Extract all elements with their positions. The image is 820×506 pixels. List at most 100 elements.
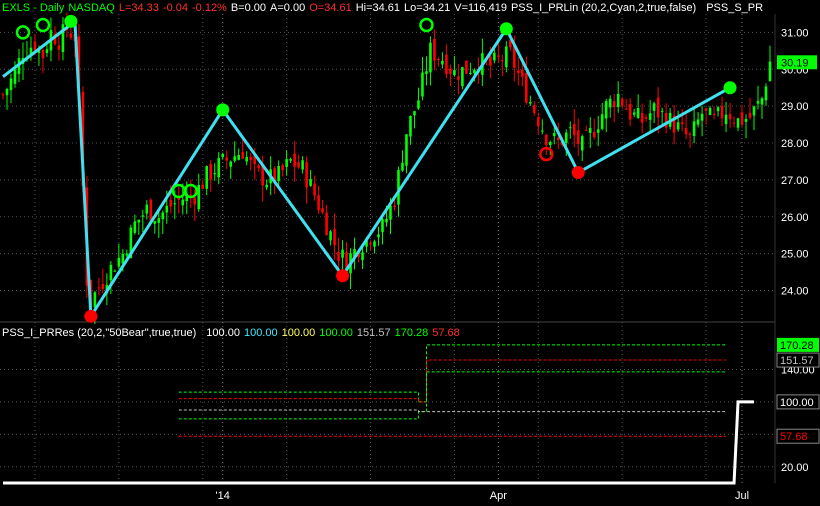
candle: [568, 121, 572, 139]
indicator-value-6: 170.28: [394, 327, 429, 339]
candle-body: [684, 128, 688, 135]
candle: [620, 96, 624, 109]
candle: [265, 179, 268, 191]
candle-body: [181, 199, 185, 206]
candle: [588, 117, 592, 149]
candle-body: [465, 60, 468, 74]
candle-body: [201, 184, 205, 189]
candle: [497, 42, 500, 63]
candle: [161, 210, 165, 235]
candle-body: [125, 253, 129, 256]
candle-body: [441, 60, 444, 65]
pivot-dot: [84, 309, 98, 323]
candle-body: [285, 159, 288, 167]
candle-body: [568, 127, 572, 129]
open-value: O=34.61: [309, 2, 352, 14]
candle-body: [529, 101, 532, 104]
symbol-label[interactable]: EXLS - Daily: [2, 2, 64, 14]
indicator-value-badge-text: 100.00: [780, 397, 814, 409]
candle: [349, 248, 352, 290]
candle-body: [692, 121, 696, 137]
pivot-ring: [419, 17, 434, 33]
candle-body: [389, 205, 392, 220]
candle: [445, 44, 448, 79]
pivot-ring: [35, 17, 51, 33]
candle: [137, 219, 141, 236]
candle: [708, 105, 712, 116]
indicator-level-line: [178, 409, 727, 413]
y-tick-label: 26.00: [781, 212, 809, 224]
candle-body: [533, 105, 536, 113]
candle: [201, 179, 205, 190]
vertical-gridlines: [34, 14, 743, 483]
candle: [668, 108, 672, 130]
candle-body: [301, 160, 304, 170]
candle: [676, 110, 680, 132]
candle-body: [636, 108, 640, 118]
candle: [325, 204, 328, 236]
candle: [540, 119, 544, 135]
indicator-level-line: [178, 344, 727, 403]
candle: [373, 239, 376, 254]
candle-body: [281, 165, 284, 171]
study-pss-s-pr-label[interactable]: PSS_S_PR: [706, 2, 763, 14]
candle-body: [145, 204, 149, 214]
candle: [417, 87, 420, 110]
candle: [1, 92, 5, 100]
candle: [133, 214, 137, 235]
candle-body: [544, 134, 548, 146]
candle: [592, 118, 596, 140]
chart-window: 31.00 30.00 29.00 28.00 27.00 26.00 25.00 24.00…: [0, 0, 820, 506]
exchange-label: NASDAQ: [68, 2, 115, 14]
indicator-value-badge: 151.57: [776, 352, 820, 368]
candle: [716, 105, 720, 117]
candle-body: [712, 114, 716, 116]
candle: [616, 81, 620, 113]
candle: [401, 150, 404, 172]
candle-body: [644, 117, 648, 119]
candle-body: [612, 101, 616, 108]
candle: [672, 104, 676, 145]
candle: [596, 115, 600, 147]
candle-body: [133, 221, 137, 233]
pivot-dot: [336, 269, 350, 283]
candle-body: [700, 113, 704, 121]
y-tick-label: 24.00: [781, 286, 809, 298]
indicator-value-7: 57.68: [432, 327, 460, 339]
chart-canvas[interactable]: 31.0030.0029.0028.0027.0026.0025.0024.00…: [0, 0, 820, 506]
candle: [145, 200, 149, 220]
candle: [457, 63, 460, 95]
candle-body: [237, 154, 240, 160]
indicator-value-badge: 57.68: [776, 428, 820, 444]
candle: [209, 160, 213, 192]
study-prres-label[interactable]: PSS_I_PRRes (20,2,"50Bear",true,true): [2, 327, 196, 339]
candle-body: [457, 76, 460, 80]
candle: [736, 117, 740, 132]
candle-body: [421, 72, 424, 97]
candle-body: [764, 86, 768, 101]
candle-body: [572, 124, 576, 136]
candle: [429, 36, 432, 86]
candle: [205, 165, 209, 196]
indicator-header: PSS_I_PRRes (20,2,"50Bear",true,true) 100…: [2, 326, 464, 340]
candle: [333, 213, 336, 260]
candle-body: [325, 212, 328, 236]
candle-body: [521, 69, 524, 77]
y-tick-label: 27.00: [781, 175, 809, 187]
candle: [117, 243, 121, 269]
candle-body: [748, 112, 752, 118]
candle-body: [373, 241, 376, 247]
indicator-axis: 140.0020.00: [0, 364, 815, 474]
candle-body: [680, 122, 684, 125]
candle: [249, 153, 252, 171]
candle-body: [173, 203, 177, 205]
pivot-dot: [64, 14, 78, 28]
candle-body: [552, 133, 556, 137]
candle: [465, 60, 468, 75]
candle: [680, 108, 684, 132]
price-axis: 31.0030.0029.0028.0027.0026.0025.0024.00: [0, 27, 809, 298]
candle-body: [576, 130, 580, 145]
candle: [305, 156, 308, 204]
candle-body: [592, 131, 596, 138]
study-prlin-label[interactable]: PSS_I_PRLin (20,2,Cyan,2,true,false): [511, 2, 696, 14]
